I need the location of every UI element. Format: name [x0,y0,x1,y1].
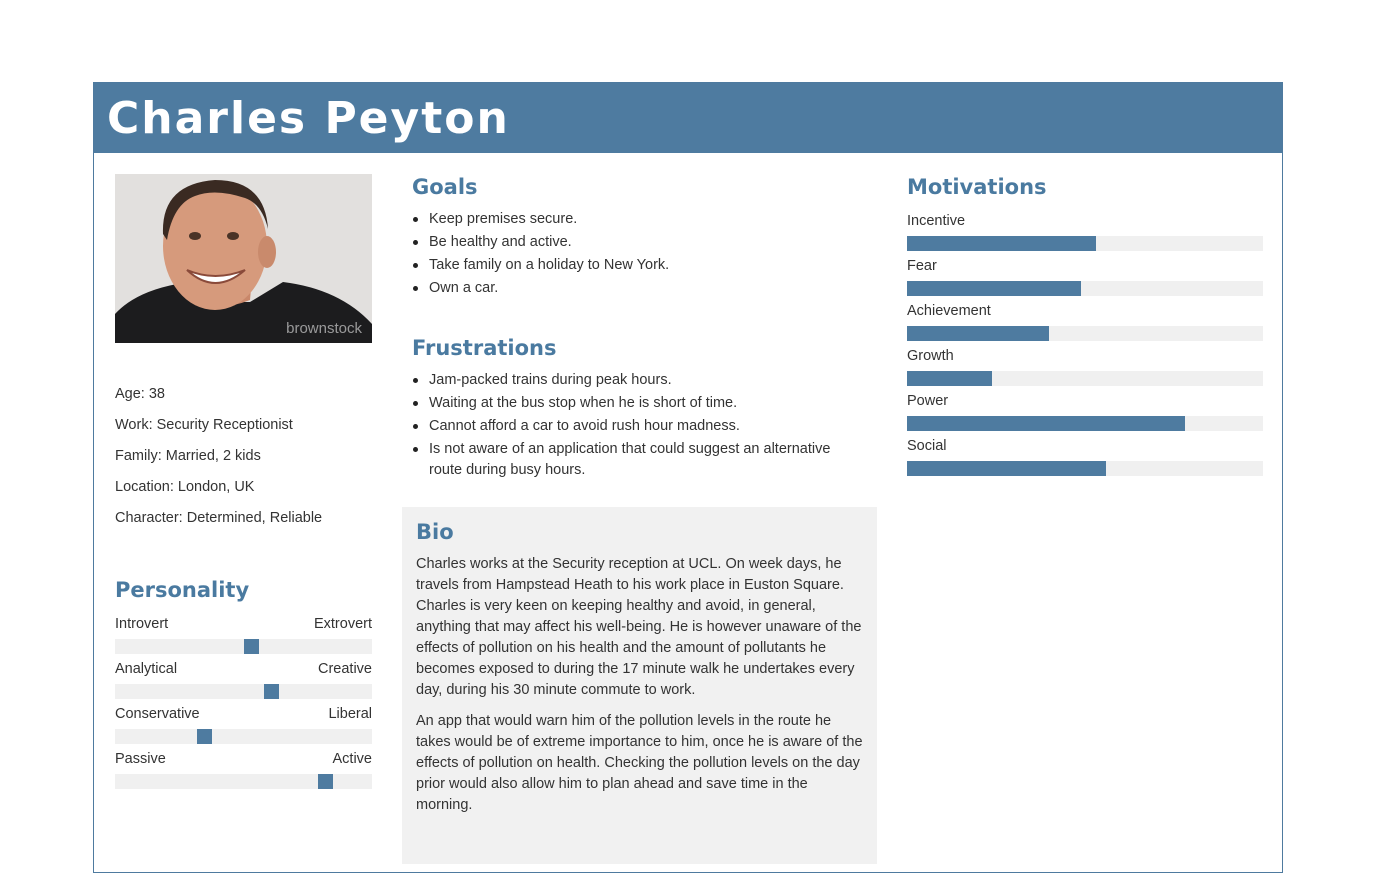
portrait-image [115,174,372,343]
motivation-item: Social [907,437,1263,482]
personality-title: Personality [115,578,250,602]
goal-item: Take family on a holiday to New York. [412,255,882,276]
fact-character: Character: Determined, Reliable [115,510,323,526]
frustrations-section: Frustrations Jam-packed trains during pe… [412,335,872,483]
motivations-title: Motivations [907,175,1047,199]
bio-section: Bio Charles works at the Security recept… [402,507,877,864]
trait-left-label: Passive [115,751,166,767]
motivation-bar-fill [907,371,993,386]
trait-slider-track [115,774,372,789]
motivations-section: Motivations Incentive Fear Achievement G… [907,174,1263,482]
persona-card: Charles Peyton brownstock Age: 38 Work: … [93,82,1283,873]
motivation-label: Fear [907,258,937,274]
photo-watermark: brownstock [286,320,362,337]
trait-slider-marker [264,684,279,699]
motivation-bar-track [907,461,1263,476]
persona-header: Charles Peyton [94,83,1282,153]
persona-facts: Age: 38 Work: Security Receptionist Fami… [115,383,375,538]
personality-trait: Analytical Creative [115,660,372,705]
motivation-bar-fill [907,326,1050,341]
motivation-bar-track [907,236,1263,251]
trait-slider-marker [318,774,333,789]
personality-trait: Passive Active [115,750,372,795]
bio-paragraph: An app that would warn him of the pollut… [416,713,863,813]
trait-slider-marker [244,639,259,654]
personality-trait: Conservative Liberal [115,705,372,750]
motivation-bar-track [907,281,1263,296]
frustration-item: Cannot afford a car to avoid rush hour m… [412,416,872,437]
motivation-label: Incentive [907,213,966,229]
motivation-bar-track [907,371,1263,386]
trait-left-label: Introvert [115,616,169,632]
trait-slider-track [115,729,372,744]
persona-photo: brownstock [115,174,372,343]
personality-section: Personality Introvert Extrovert Analytic… [115,577,372,795]
persona-name: Charles Peyton [107,93,510,144]
personality-trait-list: Introvert Extrovert Analytical Creative [115,615,372,795]
frustration-item: Is not aware of an application that coul… [412,439,872,481]
fact-location: Location: London, UK [115,479,255,495]
motivation-bar-track [907,416,1263,431]
goals-title: Goals [412,175,478,199]
motivation-bar-fill [907,416,1185,431]
trait-right-label: Extrovert [313,616,372,632]
motivation-item: Growth [907,347,1263,392]
trait-right-label: Active [332,751,373,767]
motivation-item: Fear [907,257,1263,302]
trait-slider-track [115,639,372,654]
frustration-item: Jam-packed trains during peak hours. [412,370,872,391]
trait-right-label: Liberal [328,706,372,722]
goal-item: Be healthy and active. [412,232,882,253]
motivation-bar-track [907,326,1263,341]
bio-title: Bio [416,520,454,544]
trait-left-label: Conservative [115,706,200,722]
fact-age: Age: 38 [115,386,165,402]
motivation-bar-fill [907,236,1096,251]
fact-family: Family: Married, 2 kids [115,448,261,464]
goal-item: Own a car. [412,278,882,299]
motivation-label: Social [907,438,947,454]
frustration-item: Waiting at the bus stop when he is short… [412,393,872,414]
personality-trait: Introvert Extrovert [115,615,372,660]
motivation-label: Power [907,393,949,409]
motivation-item: Incentive [907,212,1263,257]
fact-work: Work: Security Receptionist [115,417,293,433]
motivation-bar-fill [907,461,1107,476]
frustrations-list: Jam-packed trains during peak hours. Wai… [412,370,872,481]
motivation-label: Growth [907,348,954,364]
goals-section: Goals Keep premises secure. Be healthy a… [412,174,882,301]
frustrations-title: Frustrations [412,336,557,360]
bio-paragraph: Charles works at the Security reception … [416,556,862,698]
motivation-item: Achievement [907,302,1263,347]
motivation-label: Achievement [907,303,991,319]
goals-list: Keep premises secure. Be healthy and act… [412,209,882,299]
trait-slider-track [115,684,372,699]
motivation-item: Power [907,392,1263,437]
trait-right-label: Creative [318,661,372,677]
trait-left-label: Analytical [115,661,178,677]
motivation-bar-fill [907,281,1082,296]
goal-item: Keep premises secure. [412,209,882,230]
trait-slider-marker [197,729,212,744]
